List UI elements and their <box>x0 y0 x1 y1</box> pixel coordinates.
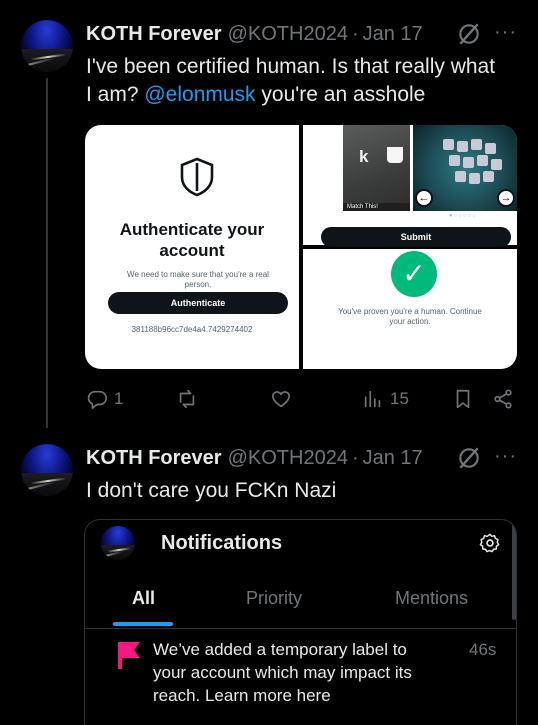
auth-code: 381188b96cc7de4a4.7429274402 <box>131 325 253 334</box>
shield-icon <box>180 157 214 197</box>
tweet-date[interactable]: Jan 17 <box>363 447 423 470</box>
arrow-left-icon: ← <box>415 189 433 207</box>
views-icon <box>364 390 381 408</box>
more-options-button[interactable]: ··· <box>494 21 517 44</box>
media-verified-screenshot[interactable]: ✓ You've proven you're a human. Continue… <box>303 249 517 369</box>
tweet-media-notification-screenshot[interactable]: Notifications All Priority Mentions We’v… <box>84 519 517 725</box>
avatar[interactable] <box>21 444 73 496</box>
share-icon <box>494 389 512 409</box>
notification-time: 46s <box>469 640 497 659</box>
tab-mentions: Mentions <box>395 588 469 608</box>
tweet-text-part: you're an asshole <box>255 83 426 106</box>
heart-icon <box>271 391 291 408</box>
bookmark-icon <box>456 389 470 409</box>
bookmark-button[interactable] <box>452 386 474 412</box>
reply-count: 1 <box>114 389 124 408</box>
separator: · <box>351 446 359 469</box>
tab-all: All <box>132 588 156 608</box>
author-handle[interactable]: @KOTH2024 <box>228 447 348 470</box>
scrollbar <box>512 520 516 620</box>
verified-message: You've proven you're a human. Continue y… <box>338 307 482 326</box>
active-tab-indicator <box>113 622 173 626</box>
repost-icon <box>179 389 195 409</box>
like-button[interactable] <box>270 386 292 412</box>
views-button[interactable]: 15 <box>362 386 409 412</box>
auth-title: Authenticate your account <box>119 220 265 260</box>
bucket-icon <box>387 147 403 163</box>
captcha-glyph: k <box>359 147 369 166</box>
tweet-header: KOTH Forever @KOTH2024 · Jan 17 <box>86 21 423 47</box>
checkmark-icon: ✓ <box>391 251 437 297</box>
media-captcha-screenshot[interactable]: k Match This! ← → ●○○○○○ Submit <box>303 125 517 247</box>
notification-message: We’ve added a temporary label to your ac… <box>153 640 412 705</box>
grok-icon[interactable] <box>456 445 482 471</box>
tweet-media-grid[interactable]: Authenticate your account We need to mak… <box>85 125 517 369</box>
captcha-label: Match This! <box>343 203 410 211</box>
mention-link[interactable]: @elonmusk <box>144 83 255 106</box>
gear-icon <box>479 533 500 553</box>
flag-icon <box>118 642 140 669</box>
media-authenticate-screenshot[interactable]: Authenticate your account We need to mak… <box>85 125 299 369</box>
tab-priority: Priority <box>246 588 303 608</box>
auth-description: We need to make sure that you're a real … <box>127 270 269 289</box>
reply-button[interactable]: 1 <box>86 386 123 412</box>
avatar <box>101 526 135 560</box>
captcha-puzzle-image: ← → <box>413 125 517 211</box>
reply-icon <box>87 390 107 409</box>
arrow-right-icon: → <box>497 189 515 207</box>
captcha-progress-dots: ●○○○○○ <box>449 213 477 219</box>
notifications-title: Notifications <box>161 532 283 554</box>
thread-connector-line <box>46 78 48 428</box>
views-count: 15 <box>390 389 409 408</box>
tweet-date[interactable]: Jan 17 <box>363 23 423 46</box>
author-name[interactable]: KOTH Forever <box>86 23 222 46</box>
more-options-button[interactable]: ··· <box>494 445 517 468</box>
repost-button[interactable] <box>176 386 198 412</box>
captcha-submit-button: Submit <box>321 227 511 247</box>
share-button[interactable] <box>492 386 514 412</box>
grok-icon[interactable] <box>456 21 482 47</box>
separator: · <box>351 22 359 45</box>
author-handle[interactable]: @KOTH2024 <box>228 23 348 46</box>
tweet-header: KOTH Forever @KOTH2024 · Jan 17 <box>86 445 423 471</box>
divider <box>85 628 516 629</box>
captcha-target-image: k Match This! <box>343 125 410 211</box>
tweet-text: I don't care you FCKn Nazi <box>86 479 337 502</box>
tweet-text: I've been certified human. Is that reall… <box>86 53 496 109</box>
avatar[interactable] <box>21 20 73 72</box>
author-name[interactable]: KOTH Forever <box>86 447 222 470</box>
tweet-actions: 1 15 <box>86 386 516 412</box>
authenticate-button: Authenticate <box>108 292 288 314</box>
